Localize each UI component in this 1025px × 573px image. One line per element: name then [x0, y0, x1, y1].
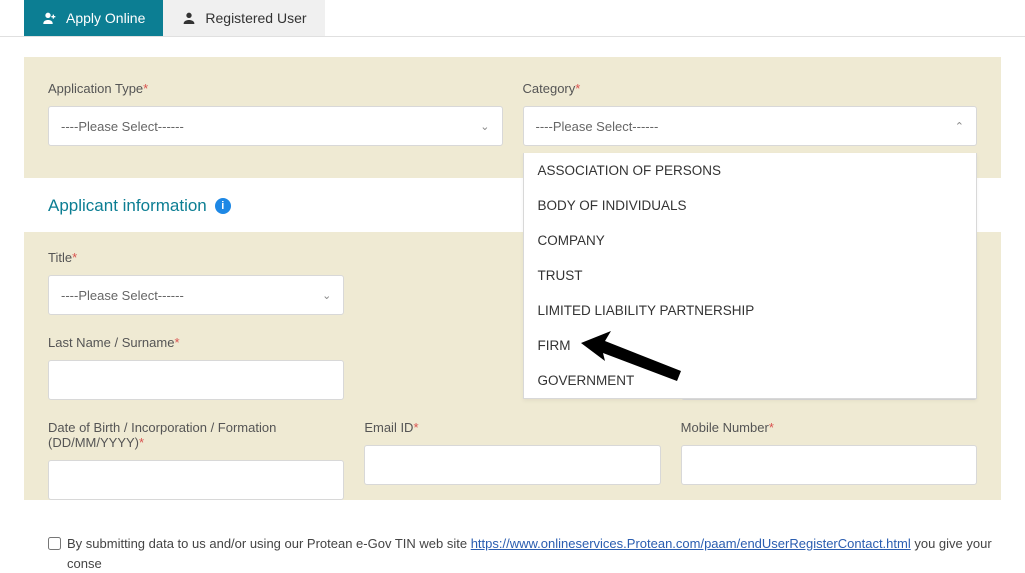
title-field: Title* ----Please Select------ ⌄	[48, 250, 344, 315]
application-type-label: Application Type*	[48, 81, 503, 96]
application-type-field: Application Type* ----Please Select-----…	[48, 81, 503, 146]
title-label: Title*	[48, 250, 344, 265]
chevron-up-icon: ⌃	[955, 120, 964, 133]
last-name-field: Last Name / Surname*	[48, 335, 344, 400]
email-field: Email ID*	[364, 420, 660, 500]
tab-registered-label: Registered User	[205, 10, 306, 26]
mobile-label: Mobile Number*	[681, 420, 977, 435]
application-type-value: ----Please Select------	[61, 119, 184, 134]
consent-text: By submitting data to us and/or using ou…	[67, 534, 1001, 573]
application-type-block: Application Type* ----Please Select-----…	[24, 57, 1001, 178]
person-icon	[181, 10, 197, 26]
category-select[interactable]: ----Please Select------ ⌃	[523, 106, 978, 146]
title-value: ----Please Select------	[61, 288, 184, 303]
tab-apply-online[interactable]: Apply Online	[24, 0, 163, 36]
category-value: ----Please Select------	[536, 119, 659, 134]
consent-link[interactable]: https://www.onlineservices.Protean.com/p…	[471, 536, 911, 551]
dob-field: Date of Birth / Incorporation / Formatio…	[48, 420, 344, 500]
mobile-input[interactable]	[681, 445, 977, 485]
category-dropdown: ASSOCIATION OF PERSONS BODY OF INDIVIDUA…	[523, 153, 978, 399]
category-option[interactable]: ASSOCIATION OF PERSONS	[524, 153, 977, 188]
category-label: Category*	[523, 81, 978, 96]
info-icon[interactable]: i	[215, 198, 231, 214]
title-select[interactable]: ----Please Select------ ⌄	[48, 275, 344, 315]
last-name-input[interactable]	[48, 360, 344, 400]
tab-registered-user[interactable]: Registered User	[163, 0, 324, 36]
category-option[interactable]: TRUST	[524, 258, 977, 293]
dob-label: Date of Birth / Incorporation / Formatio…	[48, 420, 344, 450]
person-plus-icon	[42, 10, 58, 26]
category-option[interactable]: LIMITED LIABILITY PARTNERSHIP	[524, 293, 977, 328]
dob-input[interactable]	[48, 460, 344, 500]
category-field: Category* ----Please Select------ ⌃ ASSO…	[523, 81, 978, 146]
consent-row: By submitting data to us and/or using ou…	[0, 520, 1025, 573]
chevron-down-icon: ⌄	[322, 289, 331, 302]
last-name-label: Last Name / Surname*	[48, 335, 344, 350]
tab-bar: Apply Online Registered User	[0, 0, 1025, 37]
category-option[interactable]: COMPANY	[524, 223, 977, 258]
application-type-select[interactable]: ----Please Select------ ⌄	[48, 106, 503, 146]
category-option[interactable]: BODY OF INDIVIDUALS	[524, 188, 977, 223]
category-option[interactable]: FIRM	[524, 328, 977, 363]
email-label: Email ID*	[364, 420, 660, 435]
email-input[interactable]	[364, 445, 660, 485]
consent-checkbox[interactable]	[48, 537, 61, 550]
mobile-field: Mobile Number*	[681, 420, 977, 500]
chevron-down-icon: ⌄	[480, 120, 489, 133]
tab-apply-label: Apply Online	[66, 10, 145, 26]
category-option[interactable]: GOVERNMENT	[524, 363, 977, 398]
